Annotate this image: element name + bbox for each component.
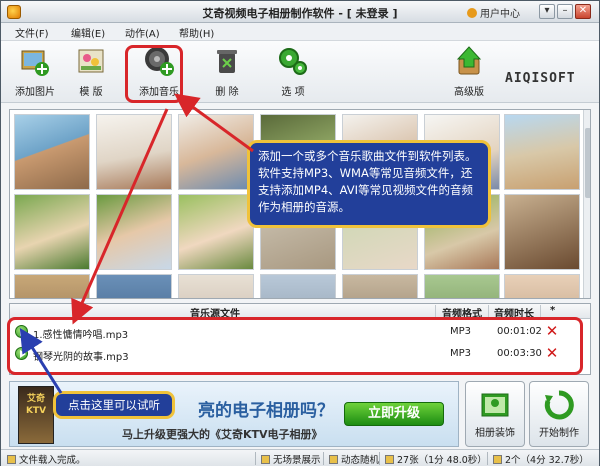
add-music-callout: 添加一个或多个音乐歌曲文件到软件列表。软件支持MP3、WMA等常见音频文件，还支…	[247, 140, 491, 228]
template-label: 模 版	[79, 87, 103, 98]
upgrade-now-button[interactable]: 立即升级	[344, 402, 444, 426]
advanced-label: 高级版	[454, 87, 484, 98]
delete-button[interactable]: 删 除	[197, 45, 257, 101]
file-icon	[7, 455, 16, 464]
photo-thumb-19[interactable]	[342, 274, 418, 298]
template-button[interactable]: 模 版	[61, 45, 121, 101]
remove-music-icon[interactable]: ✕	[545, 324, 559, 339]
photo-thumb-7[interactable]	[504, 114, 580, 190]
play-icon[interactable]	[15, 347, 28, 360]
photo-thumb-18[interactable]	[260, 274, 336, 298]
user-center-label: 用户中心	[480, 9, 520, 20]
picture-frame-icon	[481, 393, 509, 417]
advanced-button[interactable]: 高级版	[439, 45, 499, 101]
col-duration[interactable]: 音频时长	[494, 305, 534, 320]
scene-icon	[261, 455, 270, 464]
photo-thumb-3[interactable]	[178, 114, 254, 190]
minimize-button[interactable]: –	[557, 4, 573, 19]
close-button[interactable]: ✕	[575, 4, 591, 19]
music-duration: 00:01:02	[497, 326, 542, 337]
photo-thumb-8[interactable]	[14, 194, 90, 270]
photo-thumb-15[interactable]	[14, 274, 90, 298]
dynamic-icon	[329, 455, 338, 464]
col-source-file[interactable]: 音乐源文件	[190, 305, 240, 320]
photo-thumb-10[interactable]	[178, 194, 254, 270]
status-music-count: 2个（4分 32.7秒）	[493, 452, 589, 466]
menu-action[interactable]: 动作(A)	[125, 25, 160, 40]
add-image-label: 添加图片	[15, 87, 55, 98]
start-making-label: 开始制作	[539, 428, 579, 439]
photo-thumb-9[interactable]	[96, 194, 172, 270]
album-decor-button[interactable]: 相册装饰	[465, 381, 525, 447]
add-image-icon	[21, 50, 49, 76]
music-format: MP3	[450, 326, 472, 337]
music-icon	[493, 455, 502, 464]
remove-music-icon[interactable]: ✕	[545, 346, 559, 361]
status-dynamic-random[interactable]: 动态随机	[329, 452, 379, 466]
gear-icon	[279, 48, 307, 75]
add-image-button[interactable]: 添加图片	[5, 45, 65, 101]
menu-edit[interactable]: 编辑(E)	[71, 25, 105, 40]
add-music-icon	[145, 47, 174, 76]
album-decor-label: 相册装饰	[475, 428, 515, 439]
menu-file[interactable]: 文件(F)	[15, 25, 49, 40]
photo-thumb-20[interactable]	[424, 274, 500, 298]
status-bar: 文件载入完成。 无场景展示 动态随机 27张（1分 48.0秒） 2个（4分 3…	[1, 449, 599, 466]
play-icon[interactable]	[15, 325, 28, 338]
upgrade-arrow-icon	[456, 46, 482, 75]
title-bar[interactable]: 艾奇视频电子相册制作软件 - [ 未登录 ] 用户中心 ▾ – ✕	[1, 1, 599, 23]
music-list-header: 音乐源文件 音频格式 音频时长 *	[10, 304, 590, 320]
options-button[interactable]: 选 项	[263, 45, 323, 101]
photo-thumb-21[interactable]	[504, 274, 580, 298]
photo-thumb-14[interactable]	[504, 194, 580, 270]
menu-bar: 文件(F) 编辑(E) 动作(A) 帮助(H)	[1, 23, 599, 41]
add-music-button[interactable]: 添加音乐	[129, 45, 189, 101]
music-row[interactable]: 1.感性慵情吟唱.mp3 MP3 00:01:02 ✕	[10, 321, 590, 343]
trash-icon	[217, 50, 237, 73]
settings-dropdown-button[interactable]: ▾	[539, 4, 555, 19]
status-message: 文件载入完成。	[7, 452, 86, 466]
start-making-button[interactable]: 开始制作	[529, 381, 589, 447]
ktv-product-box: 艾奇 KTV	[18, 386, 54, 444]
music-list: 音乐源文件 音频格式 音频时长 * 1.感性慵情吟唱.mp3 MP3 00:01…	[9, 303, 591, 375]
refresh-arrow-icon	[544, 390, 574, 420]
banner-question: 亮的电子相册吗？	[198, 401, 334, 421]
photo-thumb-1[interactable]	[14, 114, 90, 190]
image-icon	[385, 455, 394, 464]
preview-tip-callout: 点击这里可以试听	[53, 391, 175, 419]
menu-help[interactable]: 帮助(H)	[179, 25, 214, 40]
music-file-name: 1.感性慵情吟唱.mp3	[33, 330, 129, 341]
col-format[interactable]: 音频格式	[442, 305, 482, 320]
user-center-link[interactable]: 用户中心	[467, 5, 520, 20]
photo-thumb-17[interactable]	[178, 274, 254, 298]
music-duration: 00:03:30	[497, 348, 542, 359]
status-image-count: 27张（1分 48.0秒）	[385, 452, 487, 466]
banner-subtitle: 马上升级更强大的《艾奇KTV电子相册》	[122, 428, 323, 441]
template-icon	[78, 49, 104, 73]
photo-thumb-16[interactable]	[96, 274, 172, 298]
music-format: MP3	[450, 348, 472, 359]
aiqisoft-logo: AIQISOFT	[505, 71, 576, 86]
status-no-show[interactable]: 无场景展示	[261, 452, 321, 466]
app-window: 艾奇视频电子相册制作软件 - [ 未登录 ] 用户中心 ▾ – ✕ 文件(F) …	[0, 0, 600, 466]
col-star: *	[550, 305, 556, 316]
add-music-label: 添加音乐	[139, 87, 179, 98]
music-row[interactable]: 钢琴光阴的故事.mp3 MP3 00:03:30 ✕	[10, 343, 590, 365]
gallery-scrollbar-thumb[interactable]	[585, 128, 590, 198]
photo-thumb-2[interactable]	[96, 114, 172, 190]
options-label: 选 项	[281, 87, 305, 98]
gallery-scrollbar[interactable]	[583, 110, 590, 298]
delete-label: 删 除	[215, 87, 239, 98]
user-icon	[467, 8, 477, 18]
music-file-name: 钢琴光阴的故事.mp3	[33, 352, 129, 363]
